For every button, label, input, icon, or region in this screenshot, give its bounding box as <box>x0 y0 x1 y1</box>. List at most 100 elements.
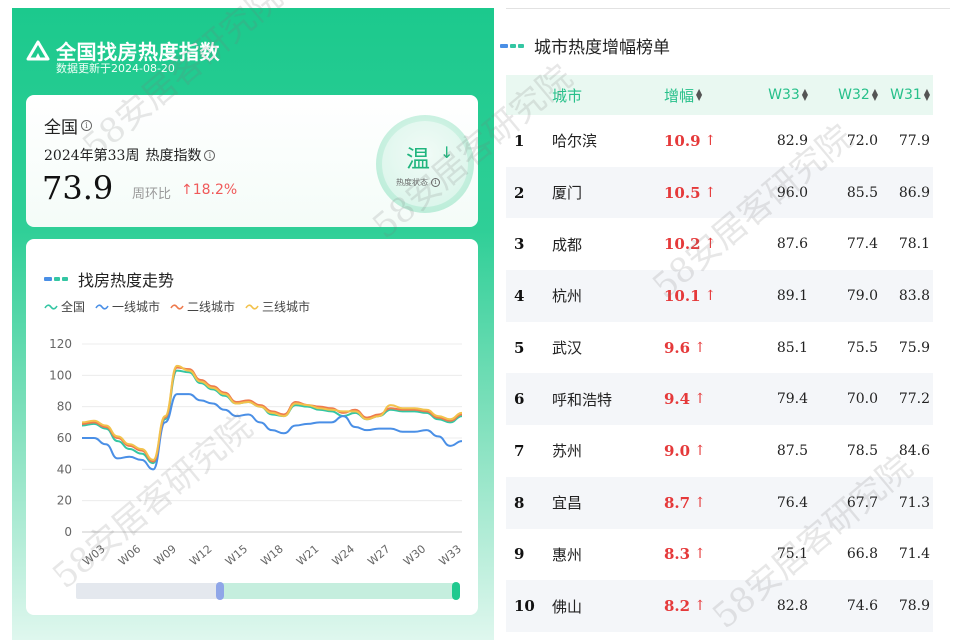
legend-line-icon <box>95 303 109 310</box>
section-marker-icon <box>500 43 526 48</box>
x-tick-label: W21 <box>294 542 321 568</box>
heat-status-label: 热度状态 i <box>396 177 440 188</box>
w31-value: 78.9 <box>898 598 930 615</box>
heat-status: 温 <box>406 145 430 173</box>
x-tick-label: W30 <box>401 542 428 568</box>
increase-value: 9.4 ↑ <box>664 390 706 409</box>
x-tick-label: W27 <box>365 542 392 568</box>
increase-value: 8.7 ↑ <box>664 493 706 512</box>
w31-value: 78.1 <box>898 236 930 253</box>
rank-number: 5 <box>514 338 525 357</box>
up-arrow-icon: ↑ <box>694 494 706 511</box>
info-icon[interactable]: i <box>81 120 92 131</box>
legend-item[interactable]: 全国 <box>44 298 85 315</box>
w32-value: 75.5 <box>846 339 878 356</box>
w31-value: 77.2 <box>898 391 930 408</box>
col-w31-sort[interactable]: W31 ▲ ▼ <box>880 87 930 103</box>
col-city: 城市 <box>552 86 583 105</box>
week-metric-label: 2024年第33周 热度指数 i <box>44 145 216 165</box>
increase-value: 9.0 ↑ <box>664 441 706 460</box>
rank-number: 3 <box>514 235 525 254</box>
col-w32-sort[interactable]: W32 ▲ ▼ <box>810 87 880 103</box>
rank-number: 4 <box>514 286 525 305</box>
legend-label: 二线城市 <box>187 300 236 314</box>
w31-value: 83.8 <box>898 287 930 304</box>
rank-number: 1 <box>514 131 525 150</box>
x-tick-label: W09 <box>152 542 179 568</box>
x-tick-label: W12 <box>187 542 214 568</box>
info-icon[interactable]: i <box>204 149 216 161</box>
rank-number: 2 <box>514 183 525 202</box>
col-increase-sort[interactable]: 增幅 ▲ ▼ <box>664 85 740 106</box>
zoom-handle-end[interactable] <box>452 582 460 600</box>
table-row[interactable]: 9 惠州 8.3 ↑ 75.1 66.8 71.4 <box>506 529 933 581</box>
x-tick-label: W18 <box>258 542 285 568</box>
table-row[interactable]: 1 哈尔滨 10.9 ↑ 82.9 72.0 77.9 <box>506 115 933 167</box>
trend-line-chart: 0 20 40 60 80 100 120 W03 W06 W09 W12 W15 W18 W21 W24 W… <box>49 337 464 568</box>
w33-value: 82.9 <box>776 132 808 149</box>
w32-value: 85.5 <box>846 184 878 201</box>
city-name: 佛山 <box>552 597 583 616</box>
rank-number: 10 <box>514 597 535 616</box>
heat-status-badge: 温 ↓ 热度状态 i <box>376 115 474 213</box>
w32-value: 70.0 <box>846 391 878 408</box>
y-tick-label: 120 <box>49 337 72 351</box>
legend-item[interactable]: 二线城市 <box>170 298 235 315</box>
w33-value: 87.5 <box>776 442 808 459</box>
legend-item[interactable]: 一线城市 <box>95 298 160 315</box>
city-name: 呼和浩特 <box>552 390 613 409</box>
city-name: 武汉 <box>552 339 583 358</box>
increase-value: 10.2 ↑ <box>664 235 717 254</box>
col-w33-sort[interactable]: W33 ▲ ▼ <box>740 87 810 103</box>
x-tick-label: W15 <box>223 542 250 568</box>
increase-value: 9.6 ↑ <box>664 338 706 357</box>
rank-number: 6 <box>514 390 525 409</box>
up-arrow-icon: ↑ <box>694 391 706 408</box>
y-tick-label: 80 <box>57 400 72 414</box>
table-row[interactable]: 6 呼和浩特 9.4 ↑ 79.4 70.0 77.2 <box>506 373 933 426</box>
up-arrow-icon: ↑ <box>704 236 717 253</box>
trend-title: 找房热度走势 <box>44 267 174 291</box>
zoom-handle-start[interactable] <box>216 582 224 600</box>
legend-label: 一线城市 <box>112 300 161 314</box>
table-row[interactable]: 3 成都 10.2 ↑ 87.6 77.4 78.1 <box>506 218 933 270</box>
legend-item[interactable]: 三线城市 <box>245 298 310 315</box>
zoom-selection[interactable] <box>220 583 456 599</box>
table-row[interactable]: 10 佛山 8.2 ↑ 82.8 74.6 78.9 <box>506 580 933 632</box>
w31-value: 71.3 <box>898 494 930 511</box>
w32-value: 66.8 <box>846 546 878 563</box>
sort-icon: ▲ ▼ <box>871 87 878 102</box>
table-row[interactable]: 8 宜昌 8.7 ↑ 76.4 67.7 71.3 <box>506 476 933 529</box>
table-row[interactable]: 7 苏州 9.0 ↑ 87.5 78.5 84.6 <box>506 425 933 477</box>
w31-value: 77.9 <box>898 132 930 149</box>
rank-number: 7 <box>514 441 525 460</box>
city-name: 惠州 <box>552 545 583 564</box>
w31-value: 71.4 <box>898 546 930 563</box>
increase-value: 8.3 ↑ <box>664 545 706 564</box>
index-value: 73.9 <box>42 169 114 207</box>
table-row[interactable]: 5 武汉 9.6 ↑ 85.1 75.5 75.9 <box>506 322 933 374</box>
info-icon[interactable]: i <box>431 178 440 187</box>
city-name: 杭州 <box>552 287 583 306</box>
wow-label: 周环比 <box>132 187 172 202</box>
w32-value: 72.0 <box>846 132 878 149</box>
metric-label: 热度指数 <box>145 148 202 164</box>
up-arrow-icon: ↑ <box>694 339 706 356</box>
w32-value: 74.6 <box>846 598 878 615</box>
down-arrow-icon: ↓ <box>440 143 454 162</box>
up-arrow-icon: ↑ <box>694 598 706 615</box>
y-tick-label: 60 <box>57 431 72 445</box>
w33-value: 87.6 <box>776 236 808 253</box>
table-row[interactable]: 4 杭州 10.1 ↑ 89.1 79.0 83.8 <box>506 270 933 322</box>
increase-value: 10.5 ↑ <box>664 183 717 202</box>
w33-value: 89.1 <box>776 287 808 304</box>
zoom-slider[interactable] <box>76 582 460 600</box>
table-row[interactable]: 2 厦门 10.5 ↑ 96.0 85.5 86.9 <box>506 166 933 219</box>
table-header: 城市 增幅 ▲ ▼ W33 ▲ ▼ W32 ▲ ▼ W31 ▲ ▼ <box>506 75 933 115</box>
city-name: 成都 <box>552 235 583 254</box>
increase-value: 10.1 ↑ <box>664 286 717 305</box>
w32-value: 78.5 <box>846 442 878 459</box>
x-tick-label: W33 <box>437 542 464 568</box>
w33-value: 96.0 <box>776 184 808 201</box>
legend-label: 三线城市 <box>262 300 311 314</box>
